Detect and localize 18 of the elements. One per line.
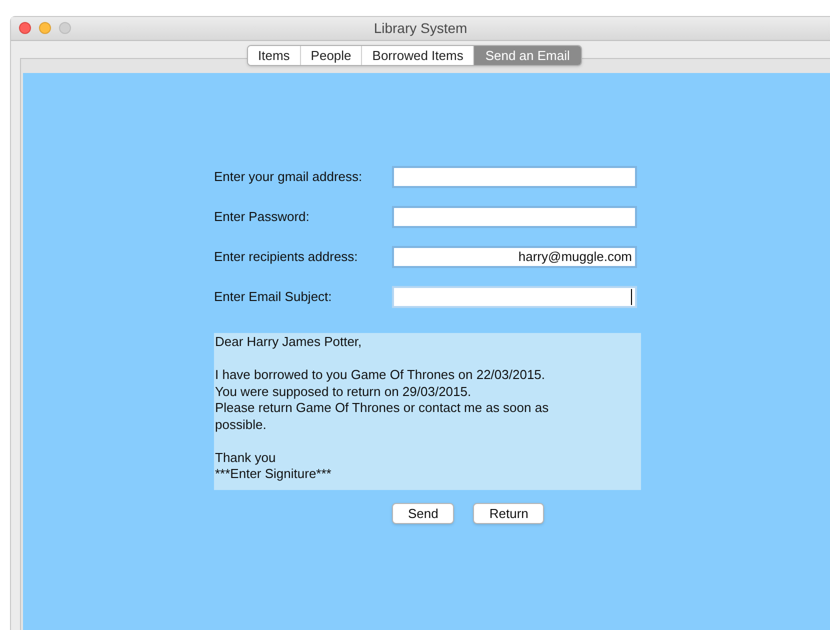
window-title: Library System	[374, 19, 468, 38]
close-button[interactable]	[19, 22, 31, 34]
message-field[interactable]: Dear Harry James Potter, I have borrowed to you Game Of Thrones on 22/03/2015. You were supposed to return on 29/03/2015. Please return Game Of Thrones or contact me as soon as possible. Thank you ***Enter Signiture***	[214, 333, 641, 490]
zoom-button[interactable]	[59, 22, 71, 34]
input-field[interactable]: harry@muggle.com	[392, 246, 637, 268]
minimize-button[interactable]	[39, 22, 51, 34]
field-label: Enter Email Subject:	[214, 288, 333, 306]
input-field[interactable]	[392, 206, 637, 228]
input-field[interactable]	[392, 286, 637, 308]
return-button[interactable]: Return	[473, 503, 544, 524]
field-label: Enter recipients address:	[214, 248, 359, 266]
tab[interactable]: People	[300, 46, 362, 65]
field-label: Enter your gmail address:	[214, 168, 364, 186]
tab[interactable]: Borrowed Items	[362, 46, 474, 65]
input-field[interactable]	[392, 166, 637, 188]
send-button[interactable]: Send	[392, 503, 454, 524]
field-label: Enter Password:	[214, 208, 310, 226]
tab[interactable]: Items	[248, 46, 301, 65]
